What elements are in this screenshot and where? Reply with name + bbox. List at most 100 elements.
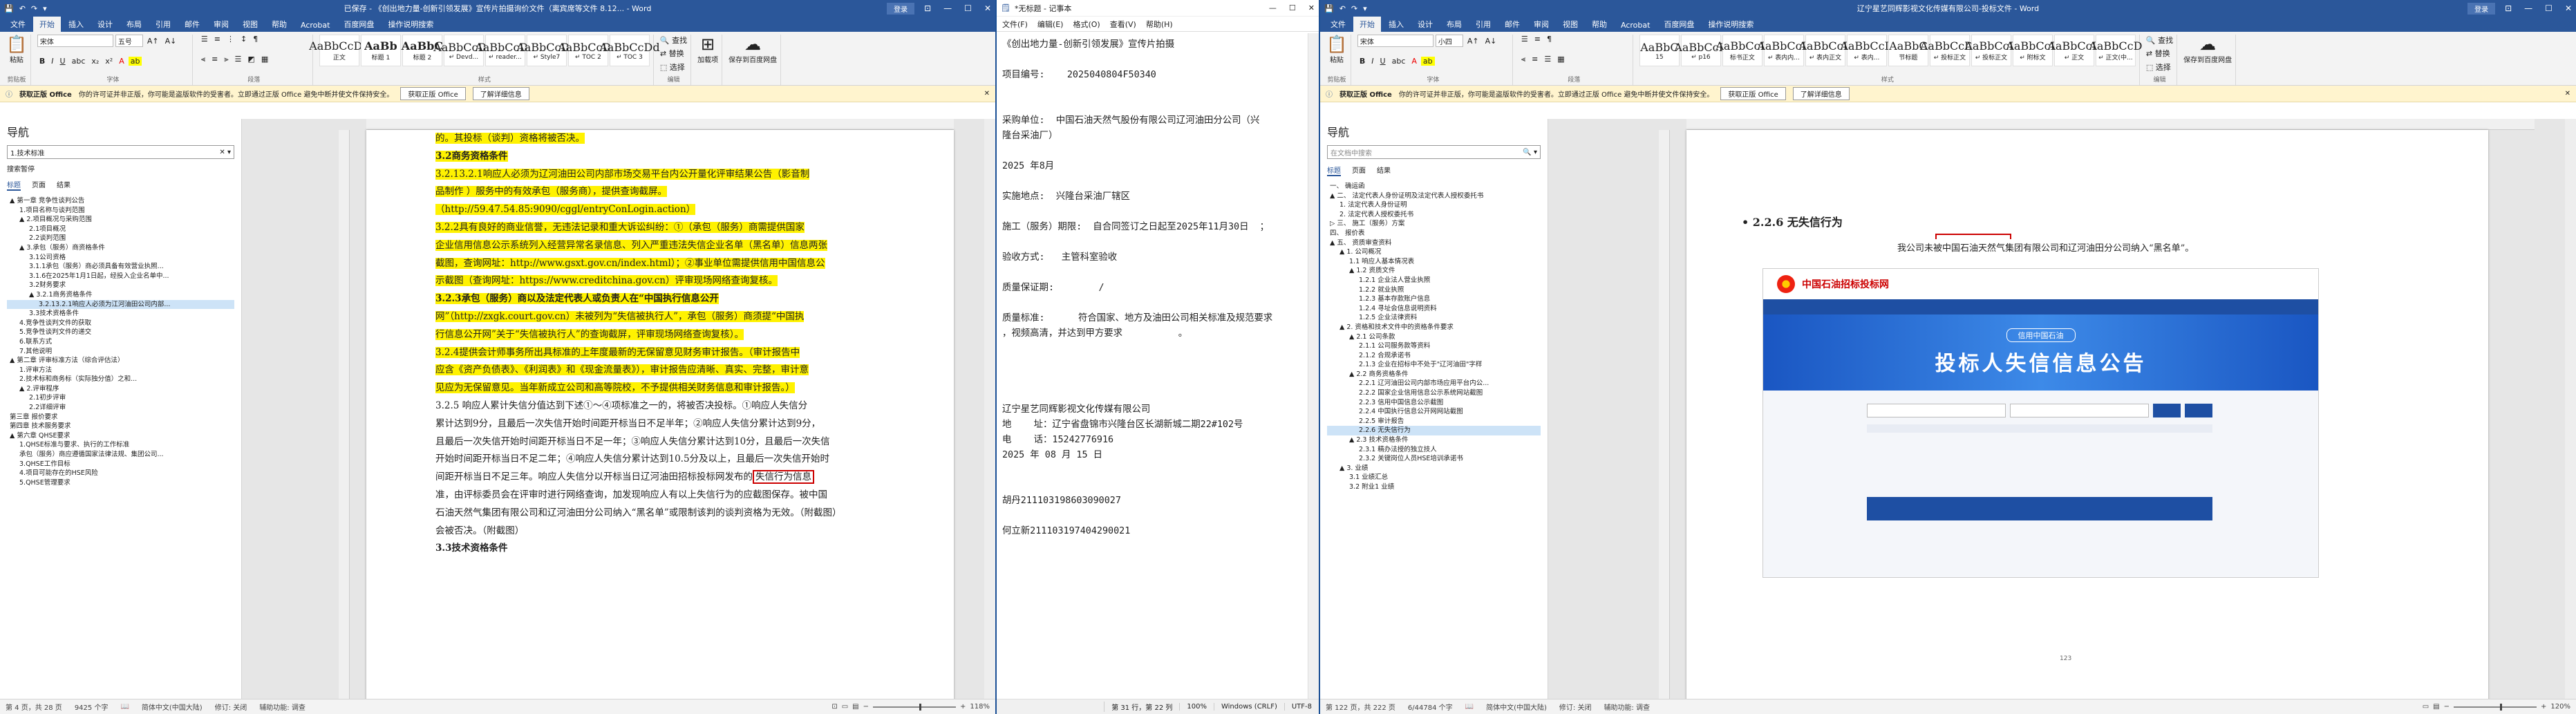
- learn-more-button[interactable]: 了解详细信息: [472, 87, 529, 100]
- nav-tab-results[interactable]: 结果: [1377, 165, 1391, 176]
- select-button[interactable]: ⬚ 选择: [660, 62, 685, 73]
- style-heading-1[interactable]: AaBb 标题 1: [360, 35, 401, 66]
- nav-heading-item[interactable]: ▲ 二、 法定代表人身份证明及法定代表人授权委托书: [1327, 191, 1541, 201]
- minimize-icon[interactable]: —: [2524, 3, 2532, 13]
- nav-heading-item[interactable]: 3.2 附业1 业绩: [1327, 482, 1541, 492]
- zoom-slider[interactable]: [2454, 703, 2537, 711]
- font-color-icon[interactable]: A: [117, 57, 126, 66]
- nav-heading-item[interactable]: 3.1公司资格: [7, 253, 234, 263]
- underline-icon[interactable]: U: [1378, 57, 1388, 66]
- zoom-in-icon[interactable]: +: [2541, 703, 2546, 711]
- align-center-icon[interactable]: ≡: [1530, 55, 1540, 64]
- learn-more-button[interactable]: 了解详细信息: [1792, 87, 1850, 100]
- read-mode-icon[interactable]: ▭: [2423, 703, 2429, 711]
- undo-icon[interactable]: ↶: [19, 4, 26, 13]
- sign-in-button[interactable]: 登录: [2467, 2, 2496, 15]
- underline-icon[interactable]: U: [58, 57, 68, 66]
- borders-icon[interactable]: ▦: [259, 55, 270, 64]
- nav-search-input[interactable]: 1.技术标准 ✕ ▾: [7, 145, 234, 159]
- track-changes[interactable]: 修订: 关闭: [215, 702, 247, 712]
- tab-acrobat[interactable]: Acrobat: [1615, 19, 1656, 32]
- proofing-icon[interactable]: 📖: [1465, 703, 1474, 711]
- align-right-icon[interactable]: ⫸: [222, 55, 230, 64]
- nav-heading-item[interactable]: 1.2.3 基本存款账户信息: [1327, 294, 1541, 304]
- nav-heading-item[interactable]: ▲ 第一章 竞争性谈判公告: [7, 196, 234, 206]
- highlight-icon[interactable]: ab: [128, 56, 142, 66]
- menu-file[interactable]: 文件(F): [1002, 19, 1028, 30]
- font-color-icon[interactable]: A: [1409, 57, 1419, 66]
- zoom-out-icon[interactable]: −: [863, 703, 869, 711]
- zoom-out-icon[interactable]: −: [2444, 703, 2450, 711]
- nav-heading-item[interactable]: 3.1.6在2025年1月1日起，经投入企业名单中...: [7, 272, 234, 281]
- save-to-baidu-button[interactable]: ☁ 保存到百度网盘: [2183, 35, 2232, 64]
- find-button[interactable]: 🔍 查找: [660, 35, 687, 46]
- save-icon[interactable]: 💾: [1324, 4, 1334, 13]
- highlight-icon[interactable]: ab: [1420, 56, 1435, 66]
- bullets-icon[interactable]: ☰: [199, 35, 210, 44]
- maximize-icon[interactable]: ☐: [1289, 3, 1296, 12]
- nav-heading-item[interactable]: 2.2.2 国家企业信用信息公示系统网站截图: [1327, 388, 1541, 398]
- nav-heading-item[interactable]: 承包（服务）商应遵循国家法律法规、集团公司...: [7, 450, 234, 460]
- maximize-icon[interactable]: ☐: [2545, 3, 2553, 13]
- replace-button[interactable]: ⇄ 替换: [660, 48, 684, 59]
- tab-review[interactable]: 审阅: [1527, 17, 1555, 32]
- numbering-icon[interactable]: ≡: [212, 35, 223, 44]
- nav-heading-item[interactable]: 2.1初步评审: [7, 393, 234, 403]
- accessibility[interactable]: 辅助功能: 调查: [1604, 702, 1650, 712]
- nav-heading-item[interactable]: 2. 法定代表人授权委托书: [1327, 210, 1541, 220]
- zoom-level[interactable]: 118%: [970, 703, 990, 711]
- strikethrough-icon[interactable]: abc: [1390, 57, 1408, 66]
- italic-icon[interactable]: I: [1369, 57, 1375, 66]
- focus-icon[interactable]: ⊡: [831, 703, 837, 711]
- menu-help[interactable]: 帮助(H): [1146, 19, 1173, 30]
- bullets-icon[interactable]: ☰: [1519, 35, 1530, 44]
- style-gallery-item[interactable]: AaBbCcD ↵ 表内...: [1840, 35, 1893, 66]
- proofing-icon[interactable]: 📖: [120, 703, 129, 711]
- word-count[interactable]: 9425 个字: [75, 702, 109, 712]
- tab-file[interactable]: 文件: [4, 17, 32, 32]
- nav-heading-item[interactable]: 1. 法定代表人身份证明: [1327, 200, 1541, 210]
- style-toc3[interactable]: AaBbCcDd ↵ TOC 3: [599, 35, 660, 66]
- grow-font-icon[interactable]: A↑: [145, 37, 161, 46]
- nav-heading-item[interactable]: 2.1.2 合规承诺书: [1327, 351, 1541, 361]
- justify-icon[interactable]: ☰: [1542, 55, 1553, 64]
- save-icon[interactable]: 💾: [4, 4, 14, 13]
- font-size-select[interactable]: 五号: [115, 35, 143, 47]
- nav-heading-item[interactable]: 一、 确运函: [1327, 182, 1541, 191]
- tab-view[interactable]: 视图: [236, 17, 264, 32]
- nav-heading-item[interactable]: 第四章 技术服务要求: [7, 422, 234, 431]
- customize-icon[interactable]: ▾: [1363, 4, 1367, 13]
- addins-button[interactable]: ⊞ 加载项: [697, 35, 718, 64]
- menu-edit[interactable]: 编辑(E): [1037, 19, 1064, 30]
- font-name-select[interactable]: 宋体: [37, 35, 113, 47]
- page-count[interactable]: 第 122 页，共 222 页: [1326, 702, 1395, 712]
- bold-icon[interactable]: B: [37, 57, 47, 66]
- nav-heading-item[interactable]: ▲ 五、 资质审查资料: [1327, 238, 1541, 248]
- page-count[interactable]: 第 4 页，共 28 页: [6, 702, 62, 712]
- redo-icon[interactable]: ↷: [1351, 4, 1357, 13]
- vertical-scrollbar[interactable]: [2565, 119, 2576, 699]
- nav-tab-headings[interactable]: 标题: [1327, 165, 1341, 176]
- nav-heading-item[interactable]: ▷ 三、 施工（服务）方案: [1327, 219, 1541, 229]
- nav-tab-pages[interactable]: 页面: [1352, 165, 1366, 176]
- tell-me-search[interactable]: 操作说明搜索: [382, 17, 440, 32]
- nav-heading-item[interactable]: 5.竞争性谈判文件的递交: [7, 328, 234, 337]
- tab-design[interactable]: 设计: [91, 17, 119, 32]
- nav-heading-item[interactable]: 3.3技术资格条件: [7, 309, 234, 319]
- menu-view[interactable]: 查看(V): [1110, 19, 1136, 30]
- nav-heading-item[interactable]: 3.1 业绩汇总: [1327, 473, 1541, 482]
- nav-tab-results[interactable]: 结果: [57, 179, 70, 191]
- superscript-icon[interactable]: x²: [103, 57, 115, 66]
- subscript-icon[interactable]: x₂: [89, 57, 101, 66]
- nav-heading-item[interactable]: ▲ 2. 资格和技术文件中的资格条件要求: [1327, 323, 1541, 332]
- tab-home[interactable]: 开始: [33, 17, 61, 32]
- nav-heading-item[interactable]: 3.QHSE工作目标: [7, 460, 234, 469]
- tab-references[interactable]: 引用: [1469, 17, 1497, 32]
- nav-heading-item[interactable]: 6.联系方式: [7, 337, 234, 347]
- italic-icon[interactable]: I: [49, 57, 55, 66]
- tell-me-search[interactable]: 操作说明搜索: [1702, 17, 1760, 32]
- nav-heading-item[interactable]: ▲ 第二章 评审标准方法（综合评估法）: [7, 356, 234, 366]
- vertical-scrollbar[interactable]: [1308, 33, 1319, 699]
- sort-icon[interactable]: ↕: [238, 35, 249, 44]
- nav-heading-item[interactable]: 1.项目名称与谈判范围: [7, 206, 234, 216]
